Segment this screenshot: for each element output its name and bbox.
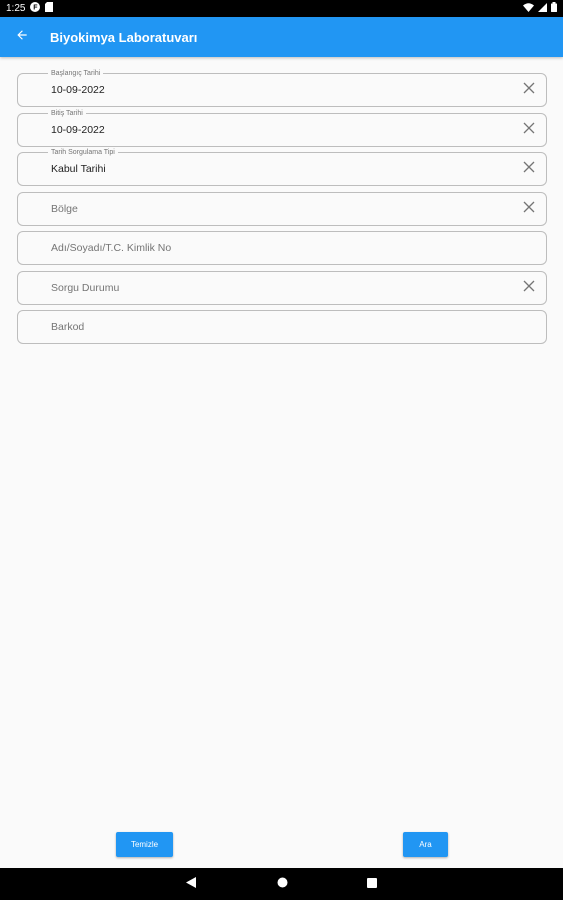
start-date-clear-button[interactable] [522,81,536,99]
start-date-field[interactable]: Başlangıç Tarihi 10-09-2022 [17,69,547,107]
status-bar: 1:25 F [0,0,563,17]
f-icon: F [30,2,41,15]
close-icon [523,160,535,178]
close-icon [523,279,535,297]
date-query-type-clear-button[interactable] [522,160,536,178]
barcode-placeholder: Barkod [51,321,85,333]
date-query-type-field[interactable]: Tarih Sorgulama Tipi Kabul Tarihi [17,148,547,186]
nav-back-button[interactable] [175,868,207,900]
nav-home-button[interactable] [266,868,298,900]
clear-button[interactable]: Temizle [116,832,173,857]
arrow-left-icon [15,28,29,47]
nav-recents-button[interactable] [356,868,388,900]
close-icon [523,200,535,218]
svg-text:F: F [34,5,39,12]
query-status-placeholder: Sorgu Durumu [51,281,120,294]
page-title: Biyokimya Laboratuvarı [50,29,198,45]
date-query-type-value: Kabul Tarihi [51,163,106,175]
search-button[interactable]: Ara [403,832,448,857]
start-date-value: 10-09-2022 [51,84,105,96]
navigation-bar [0,868,563,900]
end-date-field[interactable]: Bitiş Tarihi 10-09-2022 [17,108,547,147]
region-clear-button[interactable] [522,200,536,218]
start-date-label: Başlangıç Tarihi [48,69,104,78]
action-buttons: Temizle Ara [0,832,563,857]
triangle-back-icon [186,875,196,893]
search-form: Başlangıç Tarihi 10-09-2022 Bitiş Tarihi… [17,69,547,350]
name-id-field[interactable]: Adı/Soyadı/T.C. Kimlik No [17,231,547,265]
signal-icon [538,2,547,15]
region-field[interactable]: Bölge [17,191,547,226]
back-button[interactable] [2,17,42,57]
app-bar: Biyokimya Laboratuvarı [0,17,563,57]
region-placeholder: Bölge [51,202,78,215]
end-date-value: 10-09-2022 [51,123,105,136]
close-icon [523,121,535,139]
square-recents-icon [367,875,377,893]
end-date-clear-button[interactable] [522,121,536,139]
name-id-placeholder: Adı/Soyadı/T.C. Kimlik No [51,242,172,254]
status-time: 1:25 [6,3,26,14]
query-status-clear-button[interactable] [522,279,536,297]
wifi-icon [523,2,534,15]
date-query-type-label: Tarih Sorgulama Tipi [48,148,118,157]
sim-card-icon [45,2,54,15]
query-status-field[interactable]: Sorgu Durumu [17,270,547,305]
battery-icon [551,2,557,15]
circle-home-icon [277,875,288,893]
end-date-label: Bitiş Tarihi [48,108,86,118]
barcode-field[interactable]: Barkod [17,310,547,344]
close-icon [523,81,535,99]
